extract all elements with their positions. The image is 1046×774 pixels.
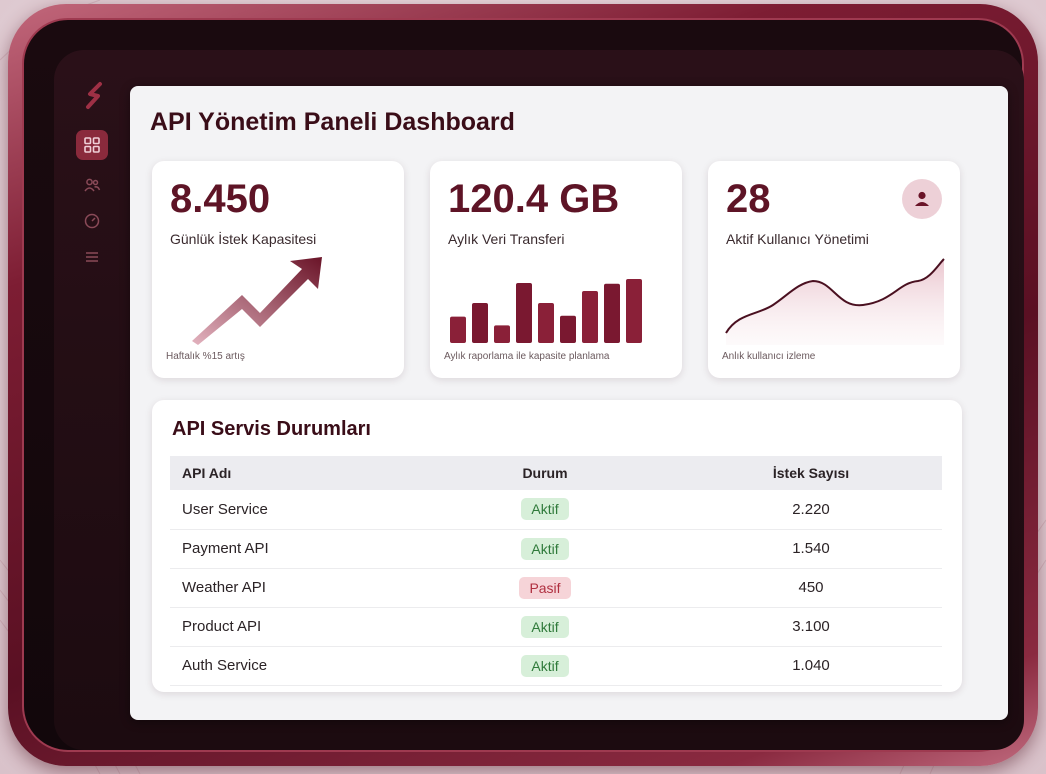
user-icon [915, 191, 929, 206]
bar [560, 315, 576, 343]
speedometer-icon [84, 213, 100, 229]
table-header-row: API Adı Durum İstek Sayısı [170, 456, 942, 490]
api-name-cell: Product API [170, 607, 470, 647]
status-badge: Aktif [521, 498, 569, 521]
status-badge: Aktif [521, 537, 569, 560]
card-daily-capacity: 8.450 Günlük İstek Kapasitesi Haftalık %… [152, 161, 404, 378]
api-name-cell: Payment API [170, 529, 470, 569]
trend-arrow-chart [192, 257, 322, 345]
bar [604, 283, 620, 343]
card-value: 28 [726, 177, 771, 221]
api-name-cell: Weather API [170, 568, 470, 608]
status-cell: Aktif [470, 646, 620, 686]
bar [626, 279, 642, 343]
status-cell: Aktif [470, 607, 620, 647]
card-value: 8.450 [170, 177, 271, 221]
service-status-panel: API Servis Durumları API Adı Durum İstek… [152, 400, 962, 692]
column-header-requests[interactable]: İstek Sayısı [620, 456, 942, 490]
request-count-cell: 450 [620, 568, 942, 608]
card-note: Aylık raporlama ile kapasite planlama [444, 351, 610, 362]
service-table: API Adı Durum İstek Sayısı User Service A… [170, 456, 942, 686]
page-title: API Yönetim Paneli Dashboard [150, 108, 515, 136]
status-badge: Pasif [519, 576, 571, 599]
bar-chart [450, 279, 642, 343]
table-row[interactable]: Weather API Pasif 450 [170, 568, 942, 608]
card-monthly-transfer: 120.4 GB Aylık Veri Transferi Aylık rapo… [430, 161, 682, 378]
status-cell: Aktif [470, 529, 620, 569]
user-avatar[interactable] [902, 179, 942, 219]
bar [472, 303, 488, 343]
area-fill [726, 259, 944, 345]
card-label: Aktif Kullanıcı Yönetimi [726, 231, 869, 247]
tablet-bezel: API Yönetim Paneli Dashboard 8.450 Günlü… [22, 18, 1024, 752]
sidebar-item-users[interactable] [76, 170, 108, 200]
status-cell: Pasif [470, 568, 620, 608]
sidebar [70, 70, 118, 710]
status-badge: Aktif [521, 615, 569, 638]
request-count-cell: 1.040 [620, 646, 942, 686]
main-content: API Yönetim Paneli Dashboard 8.450 Günlü… [130, 86, 1008, 720]
bar [494, 325, 510, 343]
bar [516, 283, 532, 343]
column-header-status[interactable]: Durum [470, 456, 620, 490]
request-count-cell: 2.220 [620, 490, 942, 530]
sidebar-item-list[interactable] [76, 242, 108, 272]
users-icon [84, 178, 101, 192]
card-label: Günlük İstek Kapasitesi [170, 231, 317, 247]
sidebar-item-monitor[interactable] [76, 206, 108, 236]
card-active-users: 28 Aktif Kullanıcı Yönetimi Anlık kullan… [708, 161, 960, 378]
request-count-cell: 3.100 [620, 607, 942, 647]
app-window: API Yönetim Paneli Dashboard 8.450 Günlü… [54, 50, 1024, 750]
table-row[interactable]: Payment API Aktif 1.540 [170, 529, 942, 569]
api-name-cell: Auth Service [170, 646, 470, 686]
bar [450, 316, 466, 343]
app-logo [82, 80, 108, 110]
status-cell: Aktif [470, 490, 620, 530]
api-name-cell: User Service [170, 490, 470, 530]
section-title: API Servis Durumları [172, 418, 371, 440]
sidebar-item-dashboard[interactable] [76, 130, 108, 160]
dashboard-icon [84, 137, 100, 153]
card-value: 120.4 GB [448, 177, 620, 221]
bar [582, 291, 598, 343]
area-line-chart [725, 258, 945, 345]
table-row[interactable]: Product API Aktif 3.100 [170, 607, 942, 647]
card-note: Anlık kullanıcı izleme [722, 351, 816, 362]
tablet-frame: API Yönetim Paneli Dashboard 8.450 Günlü… [8, 4, 1038, 766]
table-row[interactable]: Auth Service Aktif 1.040 [170, 646, 942, 686]
table-row[interactable]: User Service Aktif 2.220 [170, 490, 942, 530]
list-icon [86, 252, 98, 262]
card-note: Haftalık %15 artış [166, 351, 245, 362]
status-badge: Aktif [521, 654, 569, 677]
request-count-cell: 1.540 [620, 529, 942, 569]
bar [538, 303, 554, 343]
column-header-name[interactable]: API Adı [170, 456, 470, 490]
card-label: Aylık Veri Transferi [448, 231, 565, 247]
trend-arrow-icon [192, 257, 322, 345]
